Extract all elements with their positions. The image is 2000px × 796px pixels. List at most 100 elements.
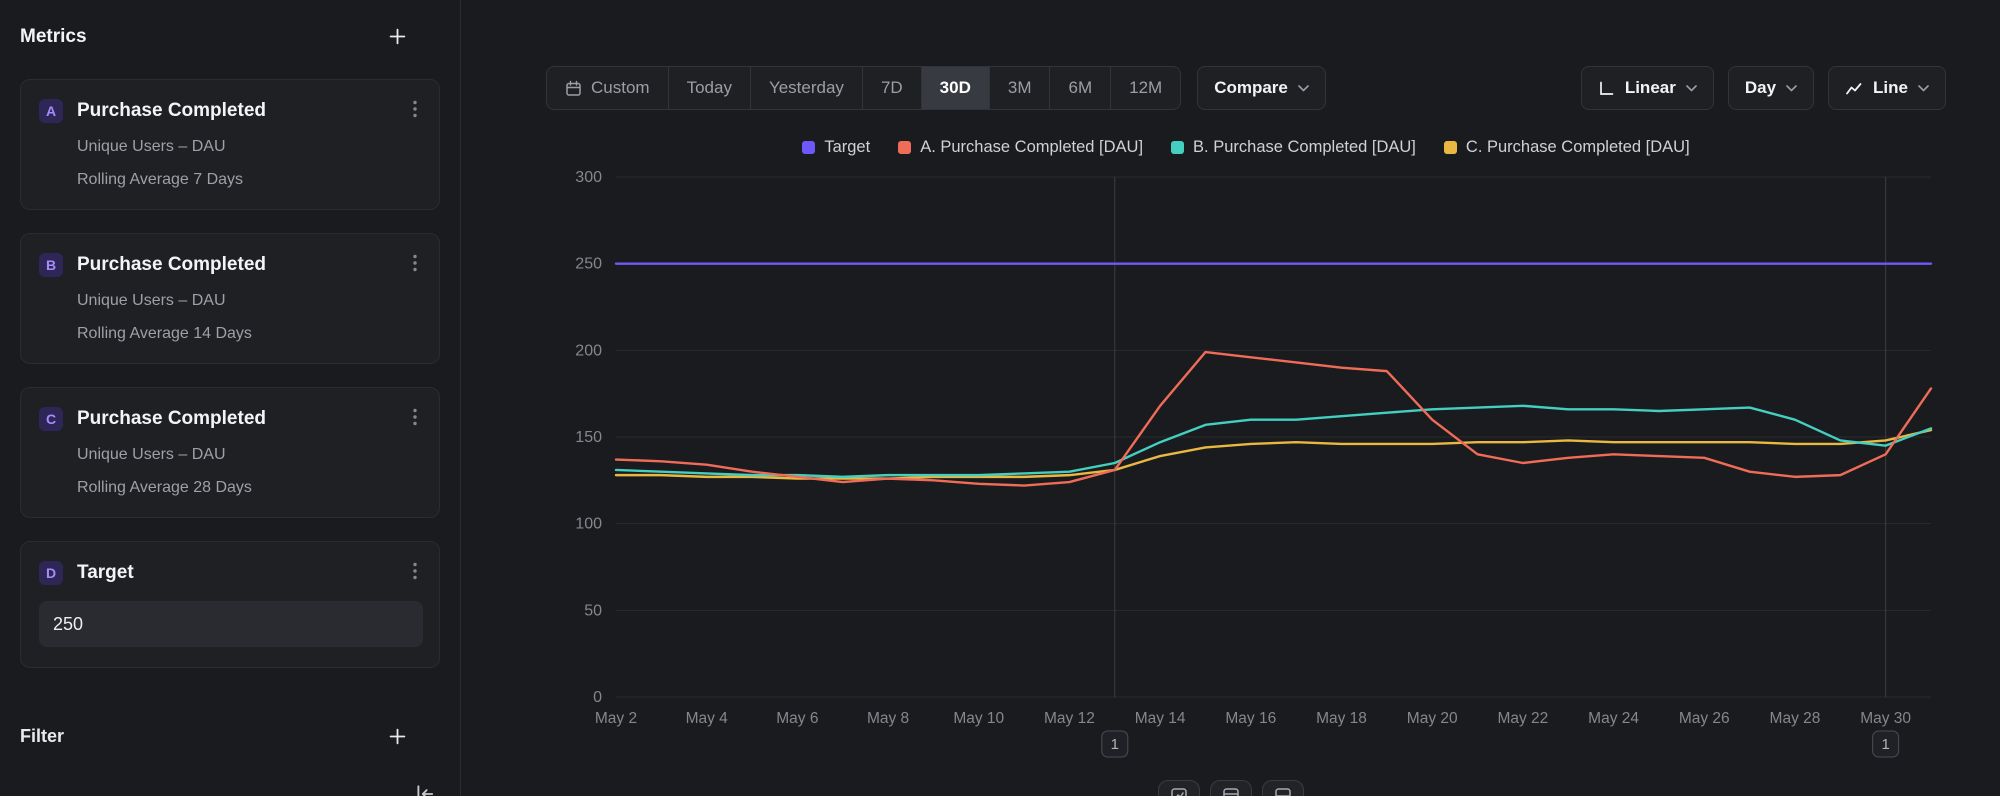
target-value-input[interactable] bbox=[39, 601, 423, 647]
scale-select-button[interactable]: Linear bbox=[1581, 66, 1714, 110]
kebab-menu-icon bbox=[413, 562, 417, 580]
chevron-down-icon bbox=[1298, 85, 1309, 92]
legend-label: B. Purchase Completed [DAU] bbox=[1193, 138, 1416, 157]
chart-type-select-button[interactable]: Line bbox=[1828, 66, 1946, 110]
range-button-label: 30D bbox=[940, 78, 971, 98]
metric-measurement: Unique Users – DAU bbox=[77, 446, 423, 464]
chart-view-toggle-button[interactable] bbox=[1158, 780, 1200, 796]
range-button-7d[interactable]: 7D bbox=[863, 67, 922, 109]
metric-title: Purchase Completed bbox=[77, 408, 393, 430]
annotation-badge-label: 1 bbox=[1881, 736, 1889, 753]
legend-item-b[interactable]: B. Purchase Completed [DAU] bbox=[1171, 138, 1416, 157]
x-axis-label: May 30 bbox=[1860, 710, 1911, 727]
range-button-custom[interactable]: Custom bbox=[547, 67, 669, 109]
metric-badge: A bbox=[39, 99, 63, 123]
chart-display-controls: Linear Day Line bbox=[1581, 66, 1946, 110]
x-axis-label: May 2 bbox=[595, 710, 637, 727]
kebab-menu-icon bbox=[413, 408, 417, 426]
legend-label: A. Purchase Completed [DAU] bbox=[920, 138, 1143, 157]
metric-measurement: Unique Users – DAU bbox=[77, 292, 423, 310]
legend-item-a[interactable]: A. Purchase Completed [DAU] bbox=[898, 138, 1143, 157]
chart-type-label: Line bbox=[1873, 78, 1908, 98]
range-button-label: Custom bbox=[591, 78, 650, 98]
x-axis-label: May 22 bbox=[1497, 710, 1548, 727]
filter-title: Filter bbox=[20, 726, 64, 747]
metric-card-b[interactable]: B Purchase Completed Unique Users – DAU … bbox=[20, 233, 440, 364]
range-button-label: 6M bbox=[1068, 78, 1092, 98]
x-axis-label: May 10 bbox=[953, 710, 1004, 727]
chart-legend: Target A. Purchase Completed [DAU] B. Pu… bbox=[546, 138, 1946, 157]
granularity-select-button[interactable]: Day bbox=[1728, 66, 1814, 110]
range-button-label: 12M bbox=[1129, 78, 1162, 98]
metric-rolling-average: Rolling Average 14 Days bbox=[77, 325, 423, 343]
x-axis-label: May 8 bbox=[867, 710, 909, 727]
line-chart-icon bbox=[1845, 80, 1863, 96]
x-axis-label: May 18 bbox=[1316, 710, 1367, 727]
chart-toolbar: Custom Today Yesterday 7D 30D 3M 6M 12M Compare… bbox=[546, 66, 1946, 110]
metric-title: Purchase Completed bbox=[77, 100, 393, 122]
add-metric-button[interactable] bbox=[385, 24, 410, 49]
kebab-menu-icon bbox=[413, 100, 417, 118]
y-axis-label: 100 bbox=[575, 516, 602, 533]
annotation-badge-label: 1 bbox=[1111, 736, 1119, 753]
table-view-toggle-button[interactable] bbox=[1210, 780, 1252, 796]
legend-item-target[interactable]: Target bbox=[802, 138, 870, 157]
chart-panel: Custom Today Yesterday 7D 30D 3M 6M 12M Compare… bbox=[461, 0, 2000, 796]
calendar-icon bbox=[565, 80, 582, 97]
x-axis-label: May 14 bbox=[1135, 710, 1186, 727]
range-button-3m[interactable]: 3M bbox=[990, 67, 1051, 109]
x-axis-label: May 16 bbox=[1225, 710, 1276, 727]
date-range-segmented: Custom Today Yesterday 7D 30D 3M 6M 12M bbox=[546, 66, 1181, 110]
x-axis-label: May 20 bbox=[1407, 710, 1458, 727]
legend-swatch bbox=[802, 141, 815, 154]
kebab-menu-icon bbox=[413, 254, 417, 272]
metric-menu-button[interactable] bbox=[407, 560, 423, 585]
y-axis-label: 200 bbox=[575, 342, 602, 359]
x-axis-label: May 28 bbox=[1770, 710, 1821, 727]
metrics-sidebar: Metrics A Purchase Completed Unique User… bbox=[0, 0, 461, 796]
range-button-label: Yesterday bbox=[769, 78, 844, 98]
metric-menu-button[interactable] bbox=[407, 98, 423, 123]
split-view-icon bbox=[1274, 787, 1292, 796]
chevron-down-icon bbox=[1686, 85, 1697, 92]
table-view-icon bbox=[1222, 787, 1240, 796]
range-button-6m[interactable]: 6M bbox=[1050, 67, 1111, 109]
linear-scale-icon bbox=[1598, 80, 1615, 97]
range-button-30d[interactable]: 30D bbox=[922, 67, 990, 109]
scale-label: Linear bbox=[1625, 78, 1676, 98]
legend-swatch bbox=[898, 141, 911, 154]
x-axis-label: May 26 bbox=[1679, 710, 1730, 727]
target-card[interactable]: D Target bbox=[20, 541, 440, 668]
chevron-down-icon bbox=[1918, 85, 1929, 92]
metric-card-c[interactable]: C Purchase Completed Unique Users – DAU … bbox=[20, 387, 440, 518]
split-view-toggle-button[interactable] bbox=[1262, 780, 1304, 796]
range-button-label: Today bbox=[687, 78, 732, 98]
collapse-sidebar-icon bbox=[414, 784, 436, 796]
x-axis-label: May 4 bbox=[686, 710, 729, 727]
sidebar-title: Metrics bbox=[20, 26, 87, 48]
y-axis-label: 50 bbox=[584, 602, 602, 619]
metric-measurement: Unique Users – DAU bbox=[77, 138, 423, 156]
metric-title: Purchase Completed bbox=[77, 254, 393, 276]
metric-menu-button[interactable] bbox=[407, 252, 423, 277]
legend-swatch bbox=[1444, 141, 1457, 154]
range-button-12m[interactable]: 12M bbox=[1111, 67, 1180, 109]
sidebar-header: Metrics bbox=[20, 24, 440, 49]
range-button-today[interactable]: Today bbox=[669, 67, 751, 109]
y-axis-label: 0 bbox=[593, 689, 602, 706]
chevron-down-icon bbox=[1786, 85, 1797, 92]
legend-item-c[interactable]: C. Purchase Completed [DAU] bbox=[1444, 138, 1690, 157]
compare-button[interactable]: Compare bbox=[1197, 66, 1326, 110]
add-filter-button[interactable] bbox=[385, 724, 410, 749]
metric-rolling-average: Rolling Average 7 Days bbox=[77, 171, 423, 189]
plus-icon bbox=[389, 728, 406, 745]
range-button-yesterday[interactable]: Yesterday bbox=[751, 67, 863, 109]
y-axis-label: 150 bbox=[575, 429, 602, 446]
metric-card-a[interactable]: A Purchase Completed Unique Users – DAU … bbox=[20, 79, 440, 210]
metric-badge: C bbox=[39, 407, 63, 431]
collapse-sidebar-button[interactable] bbox=[410, 780, 440, 796]
metric-menu-button[interactable] bbox=[407, 406, 423, 431]
plus-icon bbox=[389, 28, 406, 45]
range-button-label: 7D bbox=[881, 78, 903, 98]
x-axis-label: May 12 bbox=[1044, 710, 1095, 727]
